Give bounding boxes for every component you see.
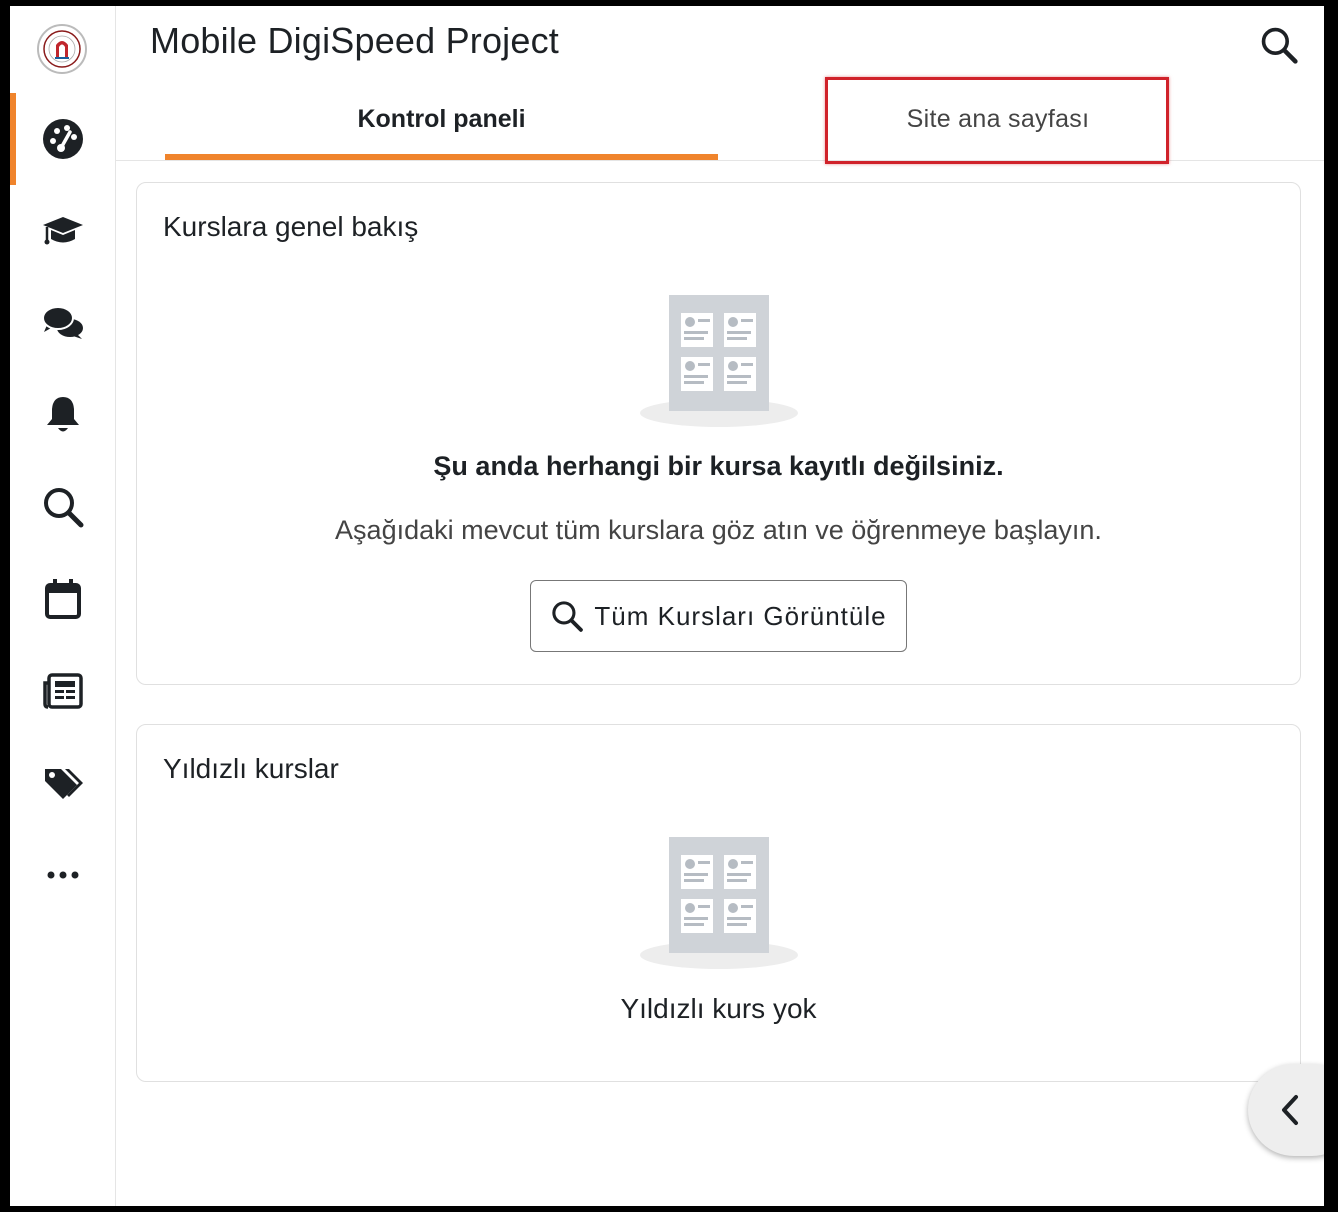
sidebar-item-more[interactable]	[10, 829, 116, 921]
starred-empty-text: Yıldızlı kurs yok	[620, 993, 817, 1024]
sidebar-item-notifications[interactable]	[10, 369, 116, 461]
page-title: Mobile DigiSpeed Project	[150, 20, 560, 61]
sidebar-item-news[interactable]	[10, 645, 116, 737]
tab-site-home[interactable]: Site ana sayfası	[828, 78, 1168, 160]
search-icon	[44, 488, 84, 528]
open-drawer-button[interactable]	[1248, 1064, 1324, 1156]
sidebar	[10, 6, 116, 1206]
logo-emblem	[43, 30, 81, 68]
messages-icon	[42, 306, 83, 339]
notifications-icon	[47, 397, 79, 432]
empty-courses-description: Aşağıdaki mevcut tüm kurslara göz atın v…	[335, 515, 1102, 545]
tab-dashboard[interactable]: Kontrol paneli	[165, 78, 718, 160]
tabs-bar: Kontrol paneli Site ana sayfası	[116, 78, 1324, 161]
course-overview-card: Kurslara genel bakış Şu anda herhangi bi…	[136, 182, 1301, 685]
empty-starred-illustration	[640, 837, 798, 969]
courses-icon	[43, 217, 83, 245]
empty-courses-title: Şu anda herhangi bir kursa kayıtlı değil…	[433, 451, 1004, 481]
news-icon	[43, 673, 83, 709]
empty-courses-illustration	[640, 295, 798, 427]
sidebar-item-courses[interactable]	[10, 185, 116, 277]
sidebar-item-tags[interactable]	[10, 737, 116, 829]
starred-courses-title: Yıldızlı kurslar	[163, 753, 339, 784]
dashboard-icon	[43, 119, 83, 159]
search-icon	[552, 601, 584, 632]
calendar-icon	[45, 579, 81, 619]
course-overview-title: Kurslara genel bakış	[163, 211, 419, 242]
university-logo[interactable]	[37, 24, 87, 74]
tags-icon	[45, 769, 83, 799]
sidebar-item-messages[interactable]	[10, 277, 116, 369]
search-icon	[1261, 27, 1298, 64]
sidebar-item-dashboard[interactable]	[10, 93, 116, 185]
more-icon	[47, 871, 79, 879]
chevron-left-icon	[1282, 1095, 1298, 1125]
starred-courses-card: Yıldızlı kurslar Yıldızlı kurs yok	[136, 724, 1301, 1082]
header-search-button[interactable]	[1254, 20, 1304, 70]
view-all-courses-label: Tüm Kursları Görüntüle	[594, 600, 887, 631]
sidebar-item-calendar[interactable]	[10, 553, 116, 645]
view-all-courses-button[interactable]: Tüm Kursları Görüntüle	[530, 580, 907, 652]
sidebar-item-search[interactable]	[10, 461, 116, 553]
app-frame: Mobile DigiSpeed Project Kontrol paneli …	[10, 6, 1324, 1206]
